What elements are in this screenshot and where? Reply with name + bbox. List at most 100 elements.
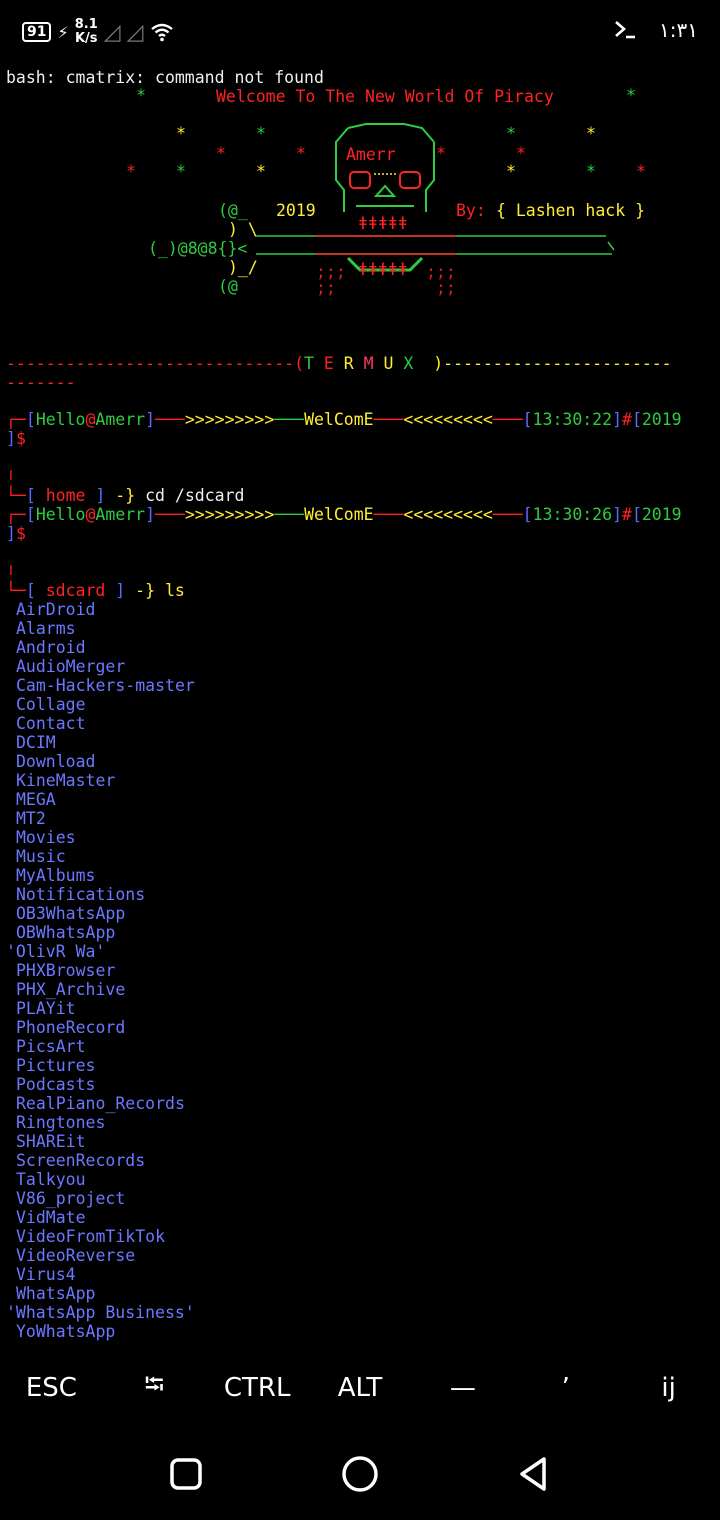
ls-entry: Music — [16, 847, 66, 866]
network-speed: 8.1 K/s — [75, 18, 98, 46]
ls-entry: 'WhatsApp Business' — [6, 1303, 195, 1322]
ctrl-key[interactable]: CTRL — [206, 1373, 309, 1403]
ls-entry: VideoFromTikTok — [16, 1227, 166, 1246]
ls-entry: MT2 — [16, 809, 46, 828]
ls-entry: AirDroid — [16, 600, 96, 619]
star-decoration: * — [586, 162, 596, 181]
prompt-year: 2019 — [641, 505, 682, 524]
square-icon[interactable] — [166, 1454, 206, 1494]
ls-entry: YoWhatsApp — [16, 1322, 116, 1341]
prompt-time: 13:30:22 — [532, 410, 613, 429]
ls-entry: Notifications — [16, 885, 146, 904]
ls-entry: Podcasts — [16, 1075, 96, 1094]
ls-entry: Collage — [16, 695, 86, 714]
esc-key[interactable]: ESC — [0, 1373, 103, 1403]
terminal-icon — [615, 21, 636, 39]
command-text: ls — [164, 581, 185, 600]
ls-entry: ScreenRecords — [16, 1151, 146, 1170]
command-text: cd /sdcard — [145, 486, 245, 505]
by-label: By: — [456, 201, 486, 220]
termux-letter: U — [383, 354, 394, 373]
ls-entry: RealPiano_Records — [16, 1094, 185, 1113]
prompt-dollar: $ — [15, 524, 26, 543]
ls-entry: WhatsApp — [16, 1284, 96, 1303]
skull-teeth: ǂǂǂǂǂ — [358, 260, 408, 279]
star-decoration: * — [626, 86, 636, 105]
termux-letter: E — [323, 354, 334, 373]
wifi-icon — [150, 23, 173, 42]
prompt-dir: sdcard — [45, 581, 106, 600]
skull-dots: ;; — [436, 278, 456, 297]
ls-entry: Download — [16, 752, 96, 771]
ls-entry: Movies — [16, 828, 76, 847]
charging-icon: ⚡ — [57, 22, 69, 42]
ls-entry: DCIM — [16, 733, 56, 752]
divider-left: -----------------------------(T E R M U … — [6, 354, 672, 373]
star-decoration: * — [176, 162, 186, 181]
ls-entry: 'OlivR Wa' — [6, 942, 106, 961]
ij-key[interactable]: ij — [617, 1373, 720, 1403]
ls-entry: Ringtones — [16, 1113, 106, 1132]
prompt-user: Hello — [35, 505, 86, 524]
prompt-user: Hello — [35, 410, 86, 429]
termux-letter: X — [403, 354, 414, 373]
prompt-dir: home — [45, 486, 86, 505]
ls-entry: PLAYit — [16, 999, 76, 1018]
status-bar: 91 ⚡ 8.1 K/s ◿ ◿ ١:٣١ — [0, 0, 720, 64]
ls-entry: VideoReverse — [16, 1246, 136, 1265]
ls-entry: SHAREit — [16, 1132, 86, 1151]
ls-entry: Virus4 — [16, 1265, 76, 1284]
prompt-hash: # — [622, 410, 632, 429]
divider-wrap: ------- — [6, 373, 76, 392]
alt-key[interactable]: ALT — [309, 1373, 412, 1403]
prompt-arrows: <<<<<<<<< — [403, 410, 493, 429]
star-decoration: * — [636, 162, 646, 181]
ls-entry: Contact — [16, 714, 86, 733]
ls-entry: Android — [16, 638, 86, 657]
prompt-wrap: ]$ — [6, 524, 26, 543]
star-decoration: * — [256, 162, 266, 181]
error-line: bash: cmatrix: command not found — [6, 68, 324, 87]
prompt-welcome: WelComE — [304, 505, 374, 524]
dash-key[interactable]: — — [411, 1373, 514, 1403]
star-decoration: * — [296, 144, 306, 163]
ls-entry: Cam-Hackers-master — [16, 676, 195, 695]
ls-entry: MyAlbums — [16, 866, 96, 885]
extra-keys-row: ESC ⭾ CTRL ALT — ’ ij — [0, 1360, 720, 1416]
ls-entry: PHXBrowser — [16, 961, 116, 980]
ls-entry: VidMate — [16, 1208, 86, 1227]
apostrophe-key[interactable]: ’ — [514, 1373, 617, 1403]
navigation-bar — [0, 1430, 720, 1520]
star-decoration: * — [506, 162, 516, 181]
signal-icon-2: ◿ — [126, 19, 144, 45]
ls-entry: PHX_Archive — [16, 980, 126, 999]
skull-name: Amerr — [346, 145, 396, 164]
prompt-welcome: WelComE — [304, 410, 374, 429]
network-speed-unit: K/s — [74, 31, 98, 46]
tab-key[interactable]: ⭾ — [103, 1366, 206, 1410]
ls-entry: KineMaster — [16, 771, 116, 790]
prompt-wrap: ]$ — [6, 429, 26, 448]
command-line: └─[ home ] -} cd /sdcard — [6, 486, 245, 505]
circle-icon[interactable] — [340, 1454, 380, 1494]
prompt-dollar: $ — [15, 429, 26, 448]
termux-letter: M — [363, 354, 374, 373]
banner-welcome: Welcome To The New World Of Piracy — [216, 87, 554, 106]
clock: ١:٣١ — [659, 18, 698, 42]
command-line: └─[ sdcard ] -} ls — [6, 581, 185, 600]
status-left: 91 ⚡ 8.1 K/s ◿ ◿ — [22, 18, 174, 46]
triangle-back-icon[interactable] — [514, 1454, 554, 1494]
star-decoration: * — [256, 124, 266, 143]
signal-icon: ◿ — [103, 19, 121, 45]
prompt-tree: ╷ — [6, 461, 16, 480]
status-right: ١:٣١ — [613, 18, 698, 42]
prompt-tree: ╷ — [6, 556, 16, 575]
ls-entry: MEGA — [16, 790, 56, 809]
prompt-host: Amerr — [95, 505, 146, 524]
star-decoration: * — [216, 144, 226, 163]
ls-entry: OBWhatsApp — [16, 923, 116, 942]
terminal-output[interactable]: bash: cmatrix: command not found * Welco… — [0, 64, 720, 1354]
prompt-line: ┌─[Hello@Amerr]───>>>>>>>>>───WelComE───… — [6, 505, 682, 524]
ls-entry: OB3WhatsApp — [16, 904, 126, 923]
art-left: (@ — [218, 277, 238, 296]
